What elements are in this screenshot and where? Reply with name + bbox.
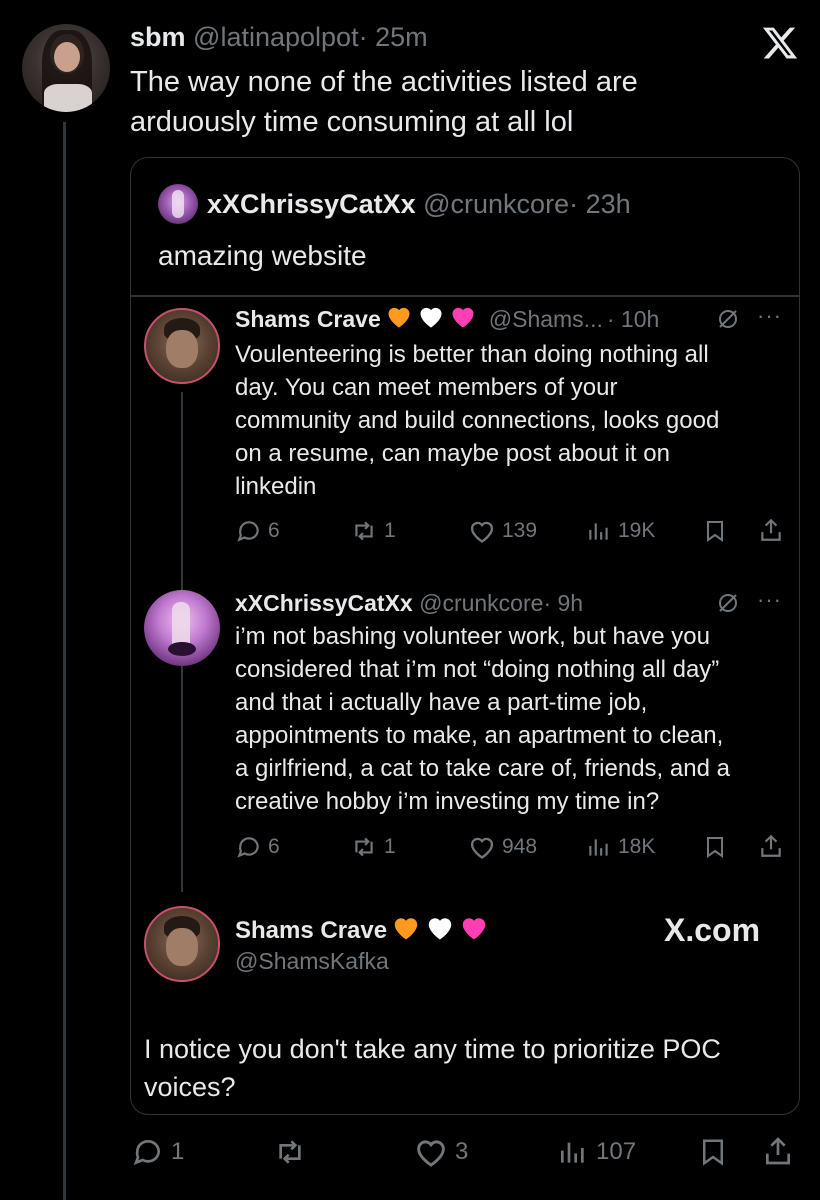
reply-button[interactable]: 1 (131, 1136, 184, 1168)
heart-emoji (385, 303, 413, 335)
views-icon (556, 1136, 590, 1168)
tweet-header: sbm @latinapolpot· 25m (130, 22, 428, 53)
bookmark-icon[interactable] (703, 834, 727, 860)
heart-emoji (391, 913, 421, 948)
display-name[interactable]: xXChrissyCatXx (235, 590, 413, 616)
screenshot-divider (131, 295, 799, 297)
retweet-button[interactable] (272, 1136, 314, 1168)
retweet-icon (350, 834, 378, 860)
timestamp[interactable]: · 9h (543, 590, 583, 616)
avatar-shams[interactable] (144, 906, 220, 982)
handle[interactable]: @latinapolpot (193, 22, 359, 52)
share-icon[interactable] (758, 832, 784, 860)
reply2-header: xXChrissyCatXx @crunkcore· 9h (235, 590, 583, 617)
grok-icon[interactable] (716, 591, 740, 615)
views-icon (586, 834, 612, 860)
bookmark-icon[interactable] (703, 518, 727, 544)
bookmark-icon[interactable] (698, 1136, 728, 1168)
reply-icon (131, 1136, 165, 1168)
handle[interactable]: @crunkcore (423, 189, 569, 219)
views-button[interactable]: 19K (586, 518, 655, 544)
display-name[interactable]: xXChrissyCatXx (207, 189, 416, 219)
reply1-header: Shams Crave @Shams... · 10h (235, 303, 659, 335)
handle[interactable]: @crunkcore (419, 590, 543, 616)
grok-icon[interactable] (716, 307, 740, 331)
avatar-shams[interactable] (144, 308, 220, 384)
quote-text: amazing website (158, 240, 367, 271)
retweet-button[interactable]: 1 (350, 518, 396, 544)
reply-button[interactable]: 6 (236, 518, 280, 544)
timestamp[interactable]: · 10h (607, 306, 659, 333)
like-icon (413, 1136, 449, 1168)
retweet-icon (350, 518, 378, 544)
like-button[interactable]: 3 (413, 1136, 468, 1168)
reply-icon (236, 834, 262, 860)
thread-line (63, 122, 66, 1200)
views-icon (586, 518, 612, 544)
reply3-text: I notice you don't take any time to prio… (144, 1034, 721, 1102)
avatar-sbm[interactable] (22, 24, 110, 112)
like-icon (468, 518, 496, 544)
share-icon[interactable] (758, 516, 784, 544)
retweet-icon (272, 1136, 308, 1168)
share-icon[interactable] (762, 1134, 794, 1168)
display-name[interactable]: Shams Crave (235, 306, 381, 333)
heart-emoji (417, 303, 445, 335)
more-icon[interactable]: ··· (757, 303, 782, 329)
display-name[interactable]: Shams Crave (235, 917, 387, 945)
heart-emoji (459, 913, 489, 948)
quote-header: xXChrissyCatXx @crunkcore· 23h (207, 189, 631, 220)
handle[interactable]: @ShamsKafka (235, 948, 389, 975)
views-button[interactable]: 107 (556, 1136, 636, 1168)
like-icon (468, 834, 496, 860)
timestamp[interactable]: · 25m (359, 22, 428, 52)
retweet-button[interactable]: 1 (350, 834, 396, 860)
watermark: X.com (664, 912, 761, 948)
tweet-text: The way none of the activities listed ar… (130, 66, 638, 138)
reply2-text: i’m not bashing volunteer work, but have… (235, 623, 730, 815)
views-button[interactable]: 18K (586, 834, 655, 860)
reply1-text: Voulenteering is better than doing nothi… (235, 341, 720, 500)
like-button[interactable]: 139 (468, 518, 537, 544)
handle[interactable]: @Shams... (489, 306, 603, 333)
like-button[interactable]: 948 (468, 834, 537, 860)
reply3-header: Shams Crave (235, 913, 489, 948)
avatar-chrissy[interactable] (144, 590, 220, 666)
avatar-chrissy-small[interactable] (158, 184, 198, 224)
reply-button[interactable]: 6 (236, 834, 280, 860)
more-icon[interactable]: ··· (757, 587, 782, 613)
timestamp[interactable]: · 23h (569, 189, 631, 219)
reply-icon (236, 518, 262, 544)
heart-emoji (425, 913, 455, 948)
display-name[interactable]: sbm (130, 22, 186, 52)
heart-emoji (449, 303, 477, 335)
x-logo[interactable] (760, 24, 800, 62)
